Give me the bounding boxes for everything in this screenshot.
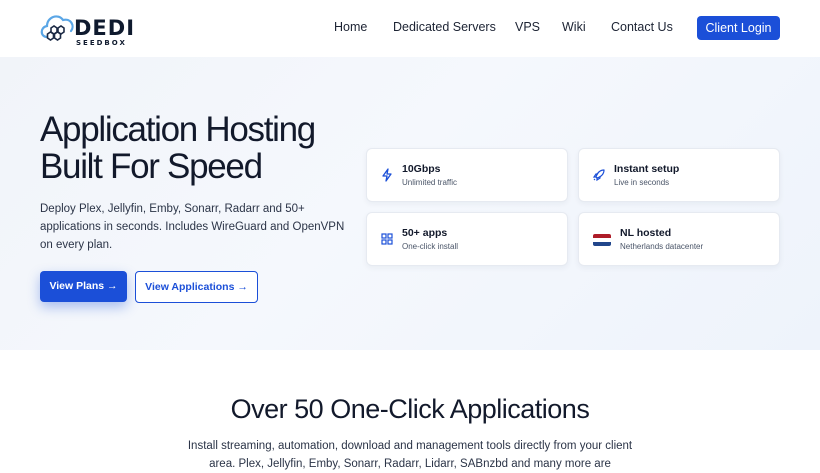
view-applications-button[interactable]: View Applications → xyxy=(135,271,258,303)
nav-contact-us[interactable]: Contact Us xyxy=(611,20,673,34)
site-header: DEDI SEEDBOX Home Dedicated Servers VPS … xyxy=(0,0,820,58)
feature-title: 50+ apps xyxy=(402,227,448,239)
feature-card-setup: Instant setup Live in seconds xyxy=(578,148,780,202)
netherlands-flag-icon xyxy=(593,234,611,246)
feature-card-location: NL hosted Netherlands datacenter xyxy=(578,212,780,266)
feature-subtitle: Live in seconds xyxy=(614,178,670,187)
logo-subtext: SEEDBOX xyxy=(76,39,127,47)
cloud-hex-logo-icon xyxy=(40,15,74,41)
client-login-button[interactable]: Client Login xyxy=(697,16,780,40)
grid-icon xyxy=(381,233,393,245)
logo-wordmark: DEDI xyxy=(74,16,136,40)
nav-dedicated-servers[interactable]: Dedicated Servers xyxy=(393,20,496,34)
site-logo[interactable]: DEDI SEEDBOX xyxy=(38,7,134,51)
feature-subtitle: Netherlands datacenter xyxy=(620,242,704,251)
feature-subtitle: One-click install xyxy=(402,242,459,251)
hero-title: Application Hosting Built For Speed xyxy=(40,111,360,185)
apps-section-title: Over 50 One-Click Applications xyxy=(230,394,590,424)
feature-title: 10Gbps xyxy=(402,163,441,175)
rocket-icon xyxy=(592,169,605,182)
hero-description: Deploy Plex, Jellyfin, Emby, Sonarr, Rad… xyxy=(40,203,345,251)
nav-vps[interactable]: VPS xyxy=(515,20,540,34)
nav-wiki[interactable]: Wiki xyxy=(562,20,586,34)
hero-title-line-1: Application Hosting xyxy=(40,110,316,149)
nav-home[interactable]: Home xyxy=(334,20,367,34)
feature-card-bandwidth: 10Gbps Unlimited traffic xyxy=(366,148,568,202)
feature-title: Instant setup xyxy=(614,163,680,175)
feature-title: NL hosted xyxy=(620,227,672,239)
feature-card-apps: 50+ apps One-click install xyxy=(366,212,568,266)
feature-subtitle: Unlimited traffic xyxy=(402,178,457,187)
view-plans-button[interactable]: View Plans → xyxy=(40,271,127,302)
hero-title-line-2: Built For Speed xyxy=(40,147,263,186)
lightning-icon xyxy=(382,168,392,182)
apps-section-description: Install streaming, automation, download … xyxy=(187,440,633,470)
